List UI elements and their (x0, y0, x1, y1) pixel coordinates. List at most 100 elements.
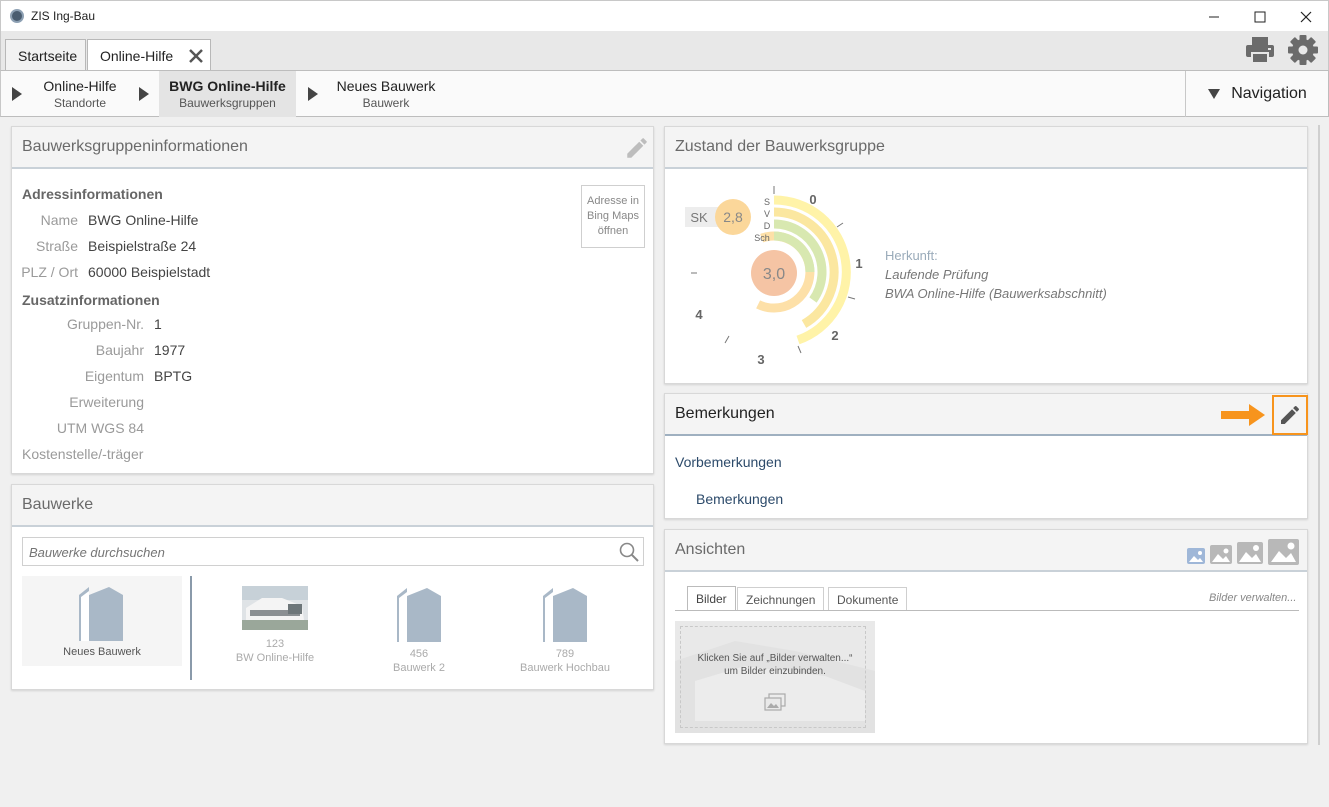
print-icon[interactable] (1244, 35, 1276, 65)
bauwerk-tile[interactable]: 456 Bauwerk 2 (354, 586, 484, 676)
images-icon (764, 693, 786, 711)
field-label: Kostenstelle/-träger (22, 446, 144, 462)
section-heading-extra: Zusatzinformationen (22, 292, 160, 308)
image-size-large-icon[interactable] (1237, 542, 1263, 564)
bemerkungen-panel: Bemerkungen Vorbemerkungen Bemerkungen (664, 393, 1308, 519)
manage-images-link[interactable]: Bilder verwalten... (1209, 592, 1296, 604)
triangle-down-icon (1208, 89, 1221, 99)
panel-title: Bauwerksgruppeninformationen (12, 127, 653, 169)
tab-bilder[interactable]: Bilder (687, 586, 736, 611)
tab-zeichnungen[interactable]: Zeichnungen (737, 587, 825, 611)
breadcrumb-title: Neues Bauwerk (336, 78, 436, 94)
scale-label: 2 (831, 328, 838, 343)
breadcrumb-item-bauwerk[interactable]: Neues Bauwerk Bauwerk (327, 71, 445, 117)
breadcrumb-title: Online-Hilfe (43, 78, 117, 94)
edit-pencil-icon (1281, 405, 1300, 424)
scale-label: 0 (809, 192, 816, 207)
search-icon[interactable] (619, 542, 639, 562)
herkunft-label: Herkunft: (885, 248, 938, 263)
tab-bar: Startseite Online-Hilfe (0, 31, 1329, 72)
field-label: Baujahr (95, 342, 144, 358)
building-photo (242, 586, 308, 630)
field-value-city: 60000 Beispielstadt (88, 264, 211, 280)
search-input[interactable] (29, 542, 609, 562)
chevron-right-icon (12, 87, 22, 101)
tab-online-hilfe[interactable]: Online-Hilfe (87, 39, 211, 72)
image-size-medium-icon[interactable] (1210, 545, 1232, 564)
field-label: Eigentum (84, 368, 144, 384)
bauwerk-name: Bauwerk 2 (393, 662, 445, 674)
minimize-icon (1209, 16, 1219, 17)
window-title: ZIS Ing-Bau (31, 9, 96, 23)
edit-bemerkungen-button[interactable] (1272, 395, 1308, 435)
tab-label: Online-Hilfe (100, 48, 174, 64)
scale-label: 1 (855, 256, 862, 271)
zustand-panel: Zustand der Bauwerksgruppe S V D Sch 0 1… (664, 126, 1308, 384)
building-icon (79, 587, 123, 641)
minimize-button[interactable] (1191, 1, 1237, 32)
building-icon (397, 588, 441, 642)
bing-maps-button[interactable]: Adresse in Bing Maps öffnen (581, 185, 645, 248)
building-icon (543, 588, 587, 642)
bauwerk-number: 789 (555, 648, 575, 660)
tab-dokumente[interactable]: Dokumente (828, 587, 908, 611)
field-value-street: Beispielstraße 24 (88, 238, 197, 254)
bauwerk-tile[interactable]: 123 BW Online-Hilfe (208, 586, 338, 676)
chevron-right-icon (308, 87, 318, 101)
arrow-right-icon (1221, 404, 1265, 426)
divider (1185, 71, 1186, 117)
scrollbar[interactable] (1318, 125, 1320, 745)
ring-label-v: V (764, 209, 770, 219)
sk-value: 2,8 (723, 209, 743, 225)
image-size-small-icon[interactable] (1187, 548, 1205, 564)
maximize-button[interactable] (1237, 1, 1283, 32)
panel-title: Bemerkungen (665, 394, 1307, 436)
tab-startseite[interactable]: Startseite (5, 39, 86, 71)
close-tab-icon[interactable] (188, 48, 204, 64)
herkunft-line: BWA Online-Hilfe (Bauwerksabschnitt) (885, 286, 1107, 301)
tab-label: Startseite (18, 47, 78, 64)
gear-icon[interactable] (1287, 34, 1319, 66)
image-size-xlarge-icon[interactable] (1268, 539, 1299, 565)
breadcrumb-item-bauwerksgruppen[interactable]: BWG Online-Hilfe Bauwerksgruppen (159, 71, 296, 117)
ansichten-panel: Ansichten Bilder Zeichnungen Dokumente B… (664, 529, 1308, 744)
panel-title: Zustand der Bauwerksgruppe (665, 127, 1307, 169)
hint-line: Klicken Sie auf „Bilder verwalten...“ (697, 653, 853, 664)
bauwerk-number: 456 (409, 648, 429, 660)
field-label: Gruppen-Nr. (66, 316, 144, 332)
field-label: Straße (35, 238, 78, 254)
hint-line: um Bilder einzubinden. (724, 666, 826, 677)
close-window-button[interactable] (1283, 1, 1329, 32)
maximize-icon (1254, 11, 1266, 22)
bauwerk-name: BW Online-Hilfe (235, 652, 315, 664)
main-value: 3,0 (763, 266, 785, 283)
field-label: PLZ / Ort (21, 264, 78, 280)
edit-pencil-icon[interactable] (624, 135, 650, 161)
bauwerk-number: 123 (265, 638, 285, 650)
hint-text: Klicken Sie auf „Bilder verwalten...“ um… (675, 652, 875, 678)
panel-title: Bauwerke (12, 485, 653, 527)
breadcrumb-subtitle: Standorte (53, 96, 107, 110)
herkunft-line: Laufende Prüfung (885, 267, 989, 282)
field-value-group-number: 1 (154, 316, 162, 332)
info-panel: Bauwerksgruppeninformationen Adresse in … (11, 126, 654, 474)
bauwerk-tile[interactable]: 789 Bauwerk Hochbau (500, 586, 630, 676)
bauwerke-panel: Bauwerke Neues Bauwerk 123 BW Online-Hil… (11, 484, 654, 690)
breadcrumb-subtitle: Bauwerk (362, 96, 410, 110)
field-label: Name (40, 212, 78, 228)
field-label: UTM WGS 84 (56, 420, 144, 436)
breadcrumb-item-standorte[interactable]: Online-Hilfe Standorte (25, 71, 135, 117)
scale-label: 3 (757, 352, 764, 367)
divider (675, 610, 1299, 611)
image-placeholder[interactable]: Klicken Sie auf „Bilder verwalten...“ um… (675, 621, 875, 733)
new-bauwerk-tile[interactable]: Neues Bauwerk (22, 576, 182, 666)
section-heading-address: Adressinformationen (22, 186, 163, 202)
navigation-button[interactable]: Navigation (1187, 71, 1327, 117)
breadcrumb: Online-Hilfe Standorte BWG Online-Hilfe … (0, 70, 1329, 117)
bemerkung-item-vorbemerkungen[interactable]: Vorbemerkungen (675, 454, 782, 470)
bemerkung-item-bemerkungen[interactable]: Bemerkungen (696, 491, 783, 507)
breadcrumb-subtitle: Bauwerksgruppen (179, 96, 276, 110)
new-bauwerk-label: Neues Bauwerk (63, 646, 141, 658)
ring-label-sch: Sch (754, 233, 770, 243)
bauwerk-name: Bauwerk Hochbau (520, 662, 610, 674)
